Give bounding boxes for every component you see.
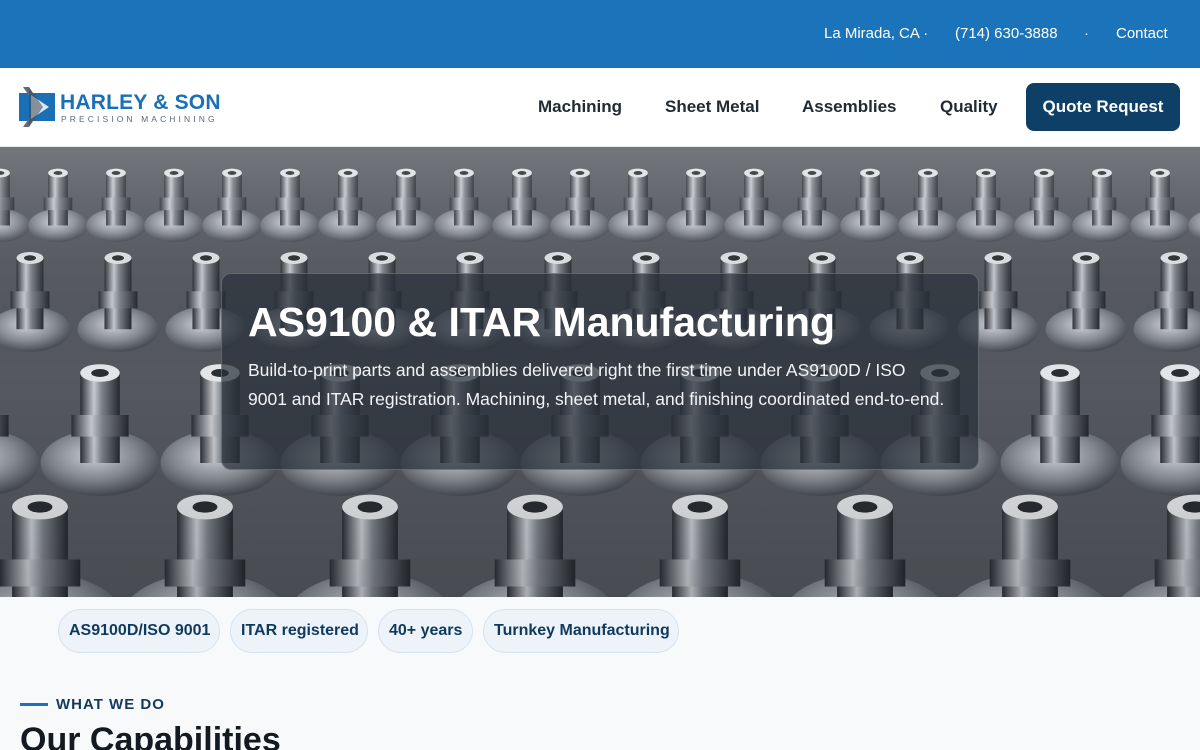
logo-tagline: PRECISION MACHINING bbox=[61, 114, 218, 124]
hero-banner: AS9100 & ITAR Manufacturing Build-to-pri… bbox=[0, 147, 1200, 597]
hero-title: AS9100 & ITAR Manufacturing bbox=[248, 299, 835, 345]
topbar-separator: · bbox=[1084, 25, 1089, 42]
site-header: HARLEY & SON PRECISION MACHINING Machini… bbox=[0, 68, 1200, 147]
eyebrow-accent-line bbox=[20, 703, 48, 706]
phone-link[interactable]: (714) 630-3888 bbox=[955, 25, 1058, 43]
nav-item-quality[interactable]: Quality bbox=[940, 97, 998, 117]
section-title: Our Capabilities bbox=[20, 721, 281, 750]
section-eyebrow: WHAT WE DO bbox=[56, 696, 165, 713]
hero-card: AS9100 & ITAR Manufacturing Build-to-pri… bbox=[221, 273, 979, 470]
site-logo[interactable]: HARLEY & SON PRECISION MACHINING bbox=[19, 83, 221, 131]
nav-item-machining[interactable]: Machining bbox=[538, 97, 622, 117]
contact-link[interactable]: Contact bbox=[1116, 25, 1168, 43]
hero-description: Build-to-print parts and assemblies deli… bbox=[248, 360, 945, 409]
logo-mark-icon bbox=[19, 87, 55, 127]
top-utility-bar: La Mirada, CA · (714) 630-3888 · Contact bbox=[0, 0, 1200, 68]
quote-request-button[interactable]: Quote Request bbox=[1026, 83, 1180, 131]
location-text: La Mirada, CA · bbox=[824, 25, 929, 42]
nav-item-sheet-metal[interactable]: Sheet Metal bbox=[665, 97, 759, 117]
badge-itar: ITAR registered bbox=[230, 609, 368, 653]
logo-name: HARLEY & SON bbox=[60, 91, 221, 114]
nav-item-assemblies[interactable]: Assemblies bbox=[802, 97, 897, 117]
badge-turnkey: Turnkey Manufacturing bbox=[483, 609, 679, 653]
badge-years: 40+ years bbox=[378, 609, 473, 653]
badge-row: AS9100D/ISO 9001 ITAR registered 40+ yea… bbox=[0, 597, 1200, 669]
badge-as9100: AS9100D/ISO 9001 bbox=[58, 609, 220, 653]
